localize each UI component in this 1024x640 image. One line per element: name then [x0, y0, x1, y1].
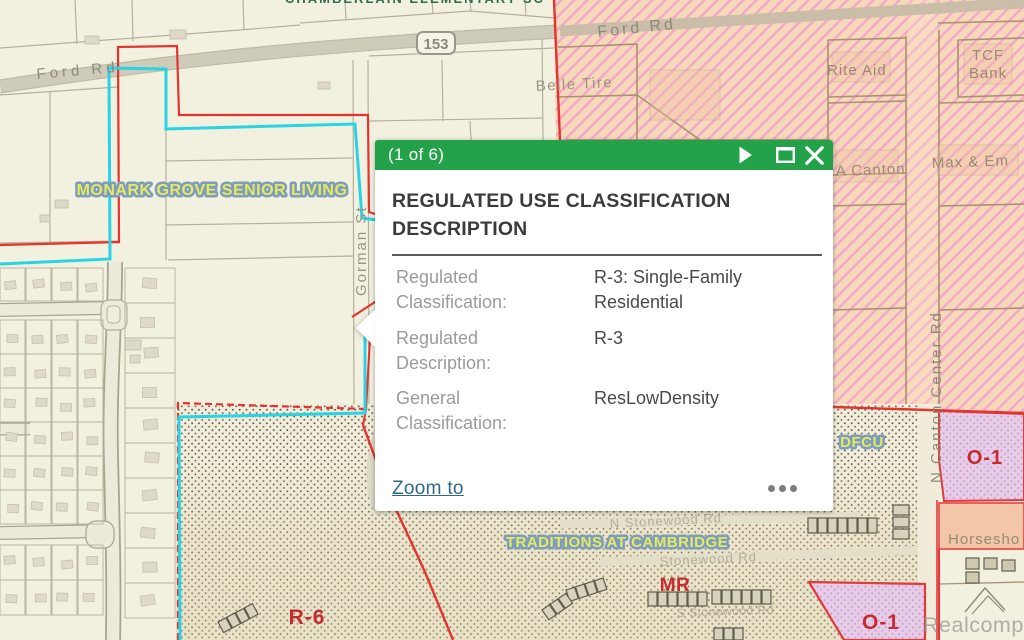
svg-text:Gorman St: Gorman St	[353, 205, 370, 296]
svg-text:O-1: O-1	[967, 447, 1003, 469]
svg-text:MONARK GROVE SENIOR LIVING: MONARK GROVE SENIOR LIVING	[77, 182, 348, 199]
svg-text:CHAMBERLAIN ELEMENTARY SC: CHAMBERLAIN ELEMENTARY SC	[285, 0, 545, 6]
svg-text:DFCU: DFCU	[840, 434, 884, 451]
svg-text:Realcomp: Realcomp	[923, 613, 1024, 637]
svg-text:TRADITIONS AT CAMBRIDGE: TRADITIONS AT CAMBRIDGE	[506, 534, 728, 551]
svg-text:O-1: O-1	[862, 611, 900, 634]
svg-text:MR: MR	[660, 575, 691, 596]
svg-text:TCF: TCF	[972, 47, 1004, 64]
svg-text:N Canton Center Rd: N Canton Center Rd	[928, 311, 945, 483]
svg-text:Max & Em: Max & Em	[932, 152, 1010, 172]
svg-text:R-6: R-6	[289, 606, 326, 629]
svg-text:153: 153	[423, 36, 448, 53]
svg-text:Horsesho: Horsesho	[948, 531, 1020, 548]
svg-text:A Canton: A Canton	[836, 161, 906, 180]
svg-text:Bank: Bank	[969, 65, 1007, 82]
svg-text:Rite Aid: Rite Aid	[827, 62, 887, 79]
